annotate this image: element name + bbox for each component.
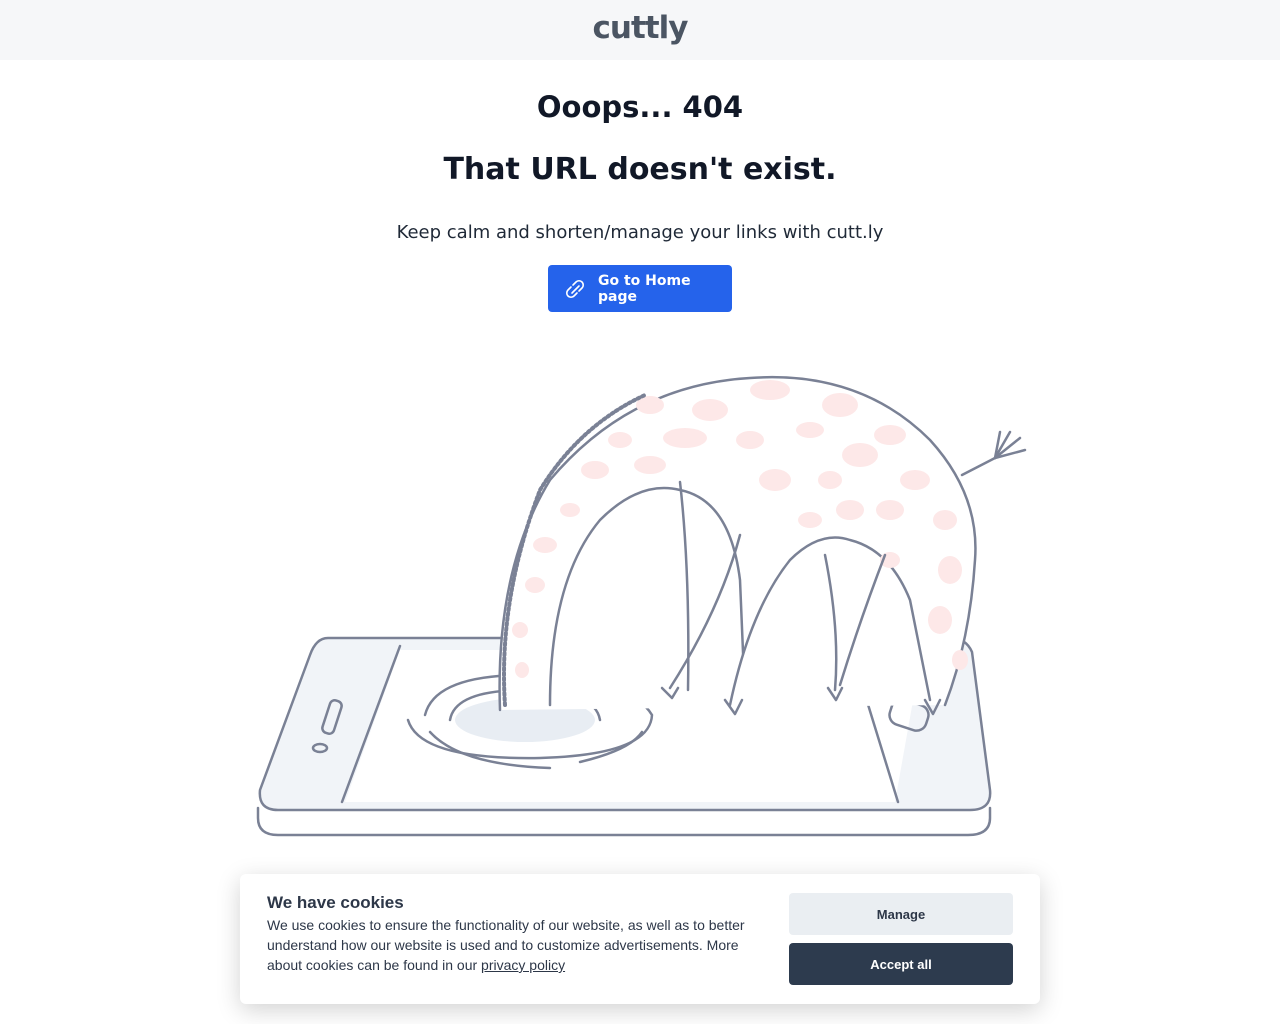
cookie-description: We use cookies to ensure the functionali… xyxy=(267,915,747,975)
manage-cookies-button[interactable]: Manage xyxy=(789,893,1013,935)
error-subtitle: That URL doesn't exist. xyxy=(443,152,837,187)
go-home-button-label: Go to Home page xyxy=(598,272,691,305)
go-home-button[interactable]: Go to Home page xyxy=(548,265,732,312)
error-title: Ooops... 404 xyxy=(536,90,744,124)
link-icon xyxy=(562,276,588,302)
cuttly-logo[interactable]: cuttly xyxy=(0,10,1280,46)
cookie-banner: We have cookies We use cookies to ensure… xyxy=(240,874,1040,1004)
privacy-policy-link[interactable]: privacy policy xyxy=(481,957,565,973)
accept-all-cookies-button[interactable]: Accept all xyxy=(789,943,1013,985)
giraffe-phone-illustration xyxy=(250,370,1040,845)
cookie-title: We have cookies xyxy=(267,893,404,912)
tagline: Keep calm and shorten/manage your links … xyxy=(396,222,884,243)
top-header: cuttly xyxy=(0,0,1280,60)
